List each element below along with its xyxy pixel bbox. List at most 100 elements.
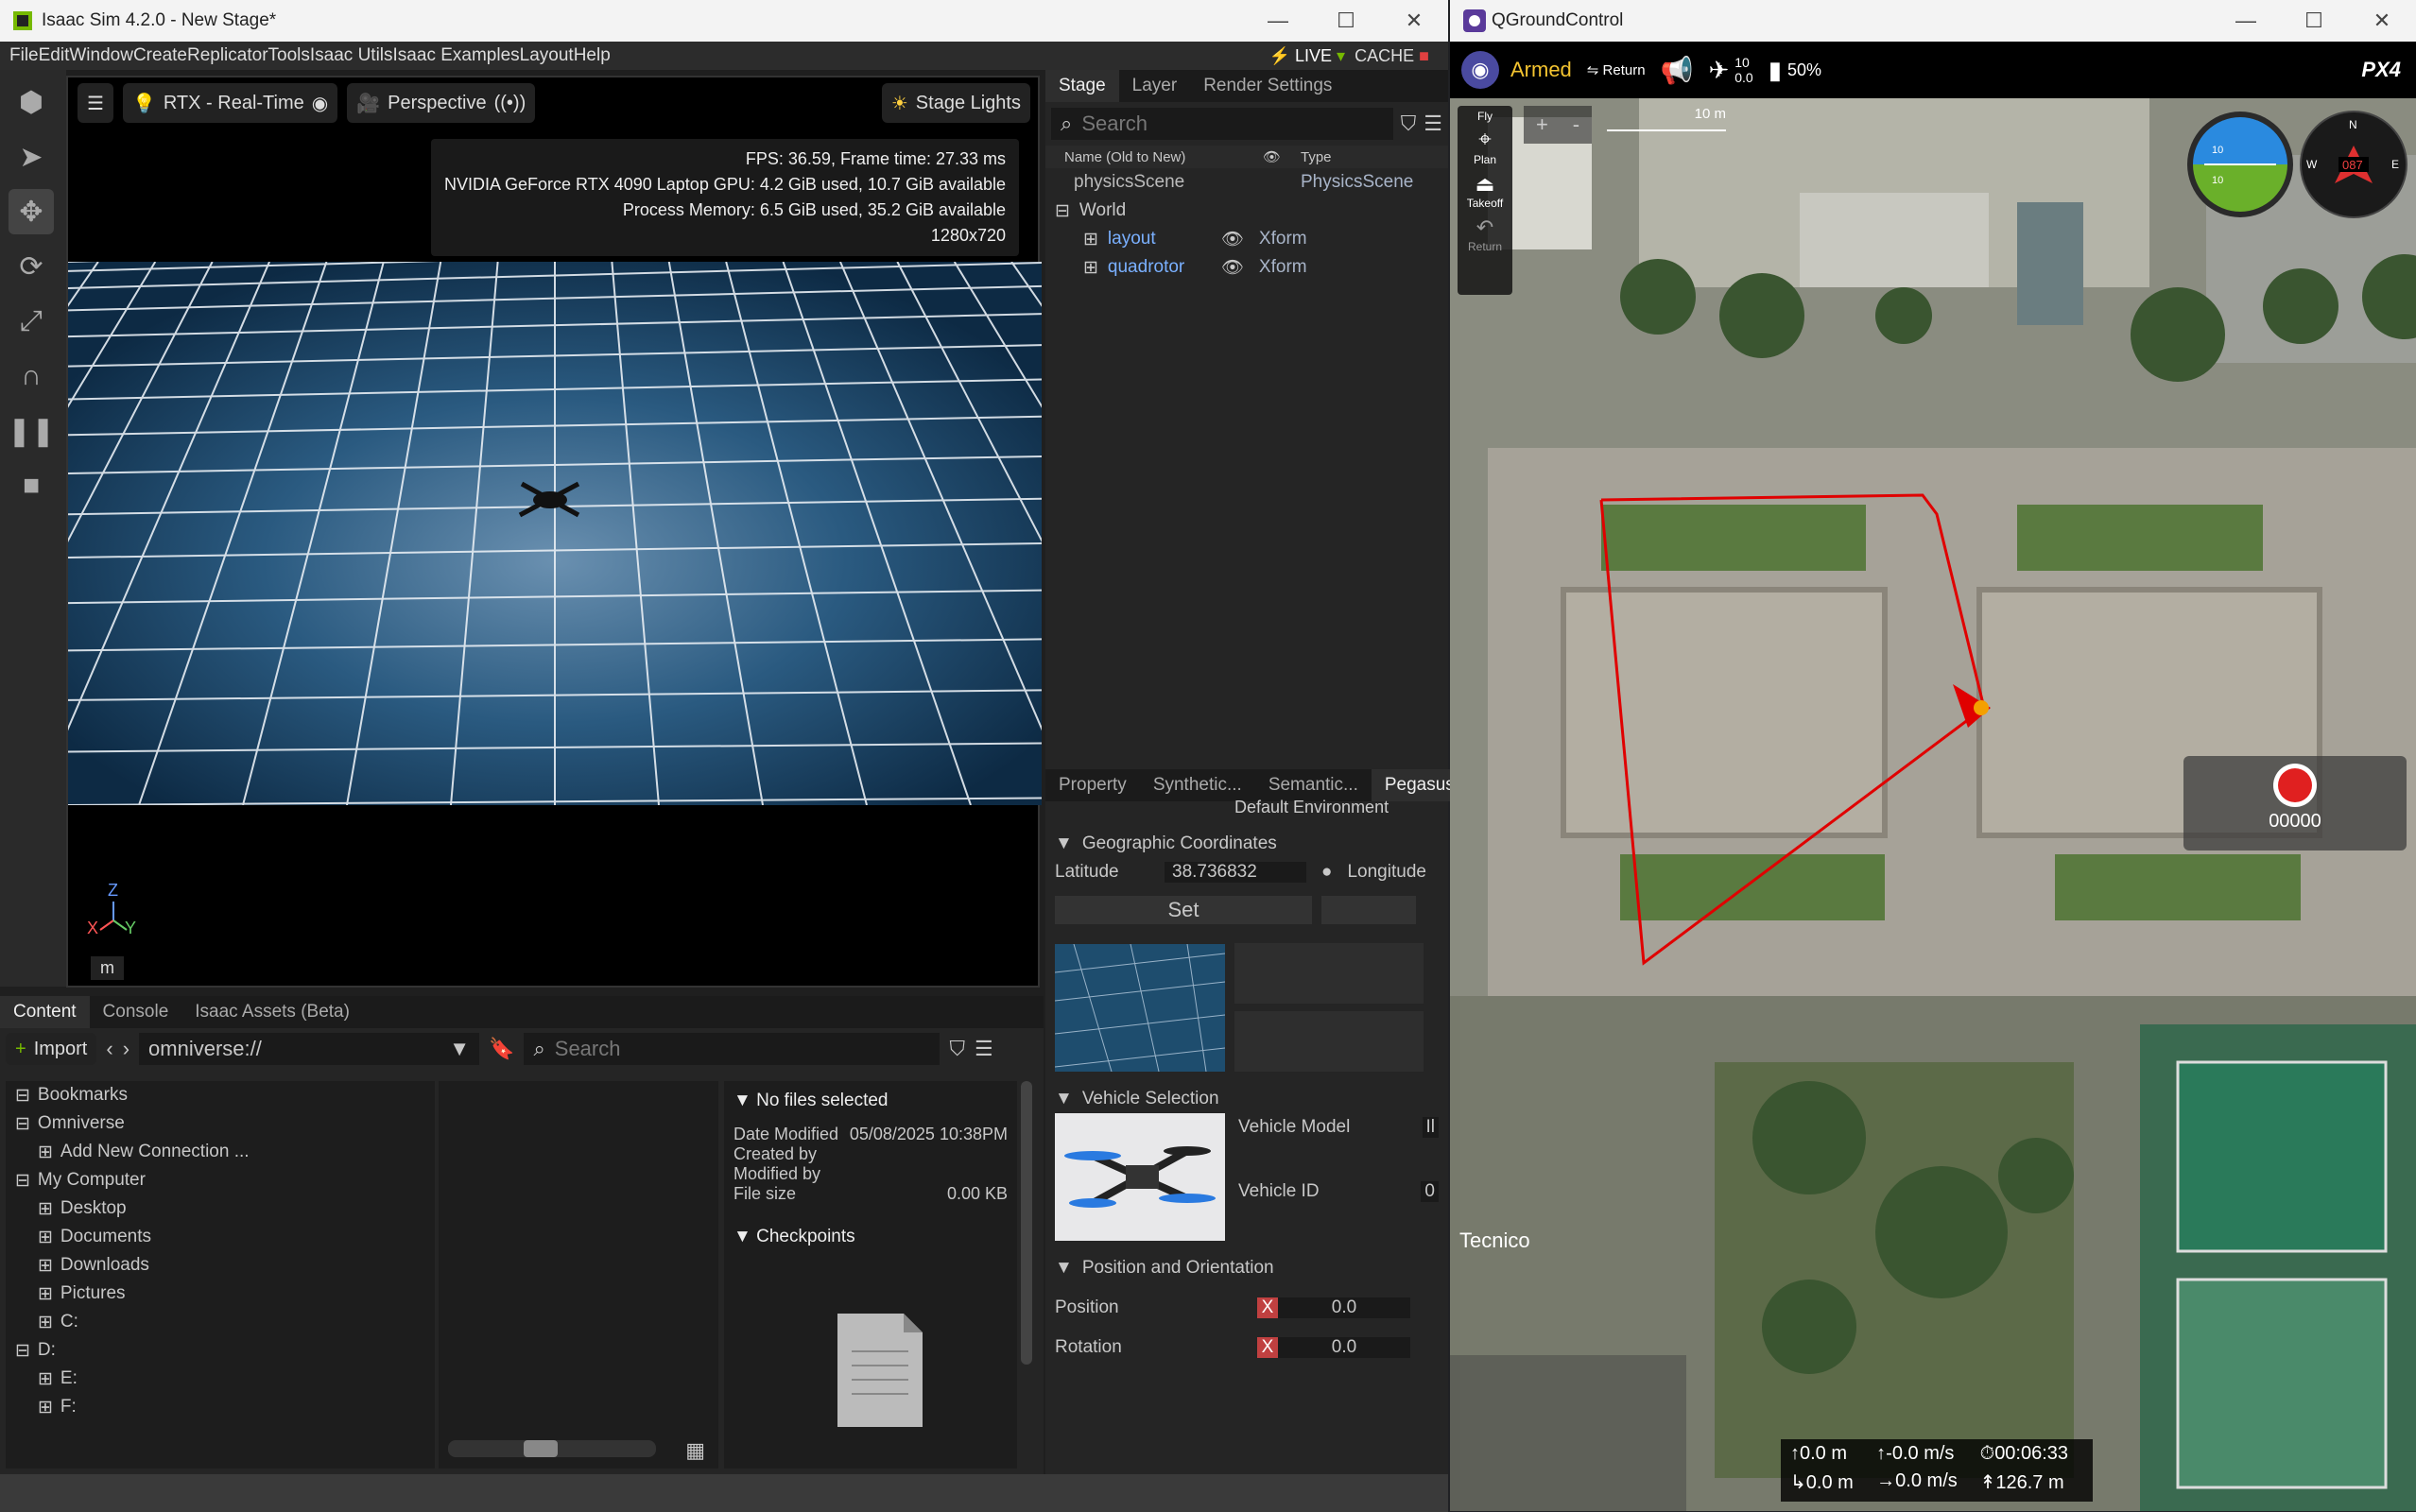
pause-icon[interactable]: ❚❚ — [8, 408, 55, 454]
menu-replicator[interactable]: Replicator — [187, 45, 268, 66]
rotation-x-field[interactable]: 0.0 — [1278, 1337, 1410, 1358]
stage-row[interactable]: ⊟ World — [1045, 197, 1448, 225]
renderer-button[interactable]: 💡 RTX - Real-Time ◉ — [122, 83, 338, 123]
expand-icon[interactable]: ⊞ — [38, 1142, 53, 1163]
tree-item[interactable]: ⊞ Add New Connection ... — [6, 1138, 435, 1166]
live-indicator[interactable]: ⚡ LIVE ▾ — [1269, 46, 1346, 66]
expand-icon[interactable]: ⊞ — [38, 1227, 53, 1248]
eye-icon[interactable]: 👁 — [1221, 256, 1259, 279]
collapse-icon[interactable]: ⊟ — [1055, 200, 1070, 222]
stage-lights-button[interactable]: ☀ Stage Lights — [881, 83, 1030, 123]
satellite-icon[interactable]: ✈ — [1708, 56, 1729, 85]
hamburger-icon[interactable]: ☰ — [975, 1037, 993, 1061]
tree-item[interactable]: ⊞ Desktop — [6, 1194, 435, 1223]
expand-icon[interactable]: ⊞ — [38, 1283, 53, 1305]
stage-row[interactable]: ⊞ quadrotor 👁 Xform — [1045, 253, 1448, 282]
expand-icon[interactable]: ⊞ — [1083, 229, 1098, 250]
tree-item[interactable]: ⊟ D: — [6, 1336, 435, 1365]
expand-icon[interactable]: ⊞ — [38, 1312, 53, 1333]
tree-item[interactable]: ⊟ My Computer — [6, 1166, 435, 1194]
env-slot[interactable] — [1234, 943, 1424, 1004]
return-tool[interactable]: ↶ Return — [1458, 215, 1512, 253]
horizontal-scrollbar[interactable] — [448, 1440, 656, 1457]
tab-render-settings[interactable]: Render Settings — [1190, 70, 1345, 102]
minimize-icon[interactable]: — — [2212, 0, 2280, 42]
filter-icon[interactable]: ⛉ — [949, 1037, 965, 1061]
stage-col-name[interactable]: Name (Old to New) — [1064, 149, 1263, 165]
position-header[interactable]: ▼ Position and Orientation — [1055, 1254, 1439, 1282]
env-slot[interactable] — [1234, 1011, 1424, 1072]
cache-indicator[interactable]: CACHE ■ — [1355, 46, 1429, 66]
hamburger-icon[interactable]: ☰ — [1424, 112, 1442, 136]
expand-icon[interactable]: ⊞ — [38, 1397, 53, 1418]
tree-item[interactable]: ⊞ Documents — [6, 1223, 435, 1251]
maximize-icon[interactable]: ☐ — [2280, 0, 2348, 42]
details-scrollbar[interactable] — [1021, 1081, 1032, 1365]
expand-icon[interactable]: ⊞ — [38, 1198, 53, 1220]
close-icon[interactable]: ✕ — [1380, 0, 1448, 42]
bookmark-icon[interactable]: 🔖 — [489, 1037, 514, 1061]
menu-edit[interactable]: Edit — [39, 45, 70, 66]
menu-window[interactable]: Window — [69, 45, 133, 66]
menu-create[interactable]: Create — [133, 45, 187, 66]
tree-item[interactable]: ⊟ Bookmarks — [6, 1081, 435, 1109]
expand-icon[interactable]: ⊟ — [15, 1340, 30, 1362]
tree-item[interactable]: ⊞ Downloads — [6, 1251, 435, 1280]
file-list[interactable]: ▦ — [439, 1081, 718, 1469]
stage-search-input[interactable]: ⌕ Search — [1051, 108, 1393, 140]
stage-row[interactable]: physicsScene PhysicsScene — [1045, 168, 1448, 197]
flight-mode[interactable]: ⇋ Return — [1587, 61, 1646, 78]
latitude-field[interactable]: 38.736832 — [1165, 862, 1306, 883]
expand-icon[interactable]: ⊟ — [15, 1113, 30, 1135]
menu-layout[interactable]: Layout — [520, 45, 574, 66]
minimize-icon[interactable]: — — [1244, 0, 1312, 42]
plan-tool[interactable]: ⌖ Plan — [1458, 127, 1512, 166]
stage-row[interactable]: ⊞ layout 👁 Xform — [1045, 225, 1448, 253]
expand-icon[interactable]: ⊞ — [38, 1255, 53, 1277]
tree-item[interactable]: ⊟ Omniverse — [6, 1109, 435, 1138]
set-button[interactable]: Set — [1055, 896, 1312, 924]
tab-synthetic[interactable]: Synthetic... — [1140, 769, 1255, 801]
geo-header[interactable]: ▼ Geographic Coordinates — [1055, 830, 1439, 858]
rotate-icon[interactable]: ⟳ — [9, 244, 54, 289]
menu-isaac-utils[interactable]: Isaac Utils — [310, 45, 393, 66]
select-arrow-icon[interactable]: ➤ — [9, 134, 54, 180]
move-icon[interactable]: ✥ — [9, 189, 54, 234]
stage-col-type[interactable]: Type — [1301, 149, 1332, 165]
takeoff-tool[interactable]: ⏏ Takeoff — [1458, 172, 1512, 210]
record-button[interactable] — [2273, 764, 2317, 807]
viewport-settings-button[interactable]: ☰ — [78, 83, 113, 123]
camera-button[interactable]: 🎥 Perspective ((•)) — [347, 83, 536, 123]
back-icon[interactable]: ‹ — [106, 1037, 112, 1061]
tab-property[interactable]: Property — [1045, 769, 1140, 801]
tree-item[interactable]: ⊞ E: — [6, 1365, 435, 1393]
content-search-input[interactable]: ⌕ Search — [524, 1033, 941, 1065]
expand-icon[interactable]: ⊟ — [15, 1085, 30, 1107]
megaphone-icon[interactable]: 📢 — [1661, 55, 1694, 86]
tab-console[interactable]: Console — [90, 996, 182, 1028]
tree-item[interactable]: ⊞ F: — [6, 1393, 435, 1421]
zoom-out-button[interactable]: - — [1573, 112, 1579, 137]
stop-icon[interactable]: ■ — [9, 463, 54, 508]
menu-file[interactable]: File — [9, 45, 39, 66]
tree-item[interactable]: ⊞ C: — [6, 1308, 435, 1336]
tab-layer[interactable]: Layer — [1119, 70, 1191, 102]
position-x-field[interactable]: 0.0 — [1278, 1297, 1410, 1318]
environment-thumbnail[interactable] — [1055, 943, 1225, 1072]
vehicle-header[interactable]: ▼ Vehicle Selection — [1055, 1085, 1439, 1113]
cube-icon[interactable]: ⬢ — [9, 79, 54, 125]
expand-icon[interactable]: ⊟ — [15, 1170, 30, 1192]
grid-view-icon[interactable]: ▦ — [685, 1438, 705, 1463]
geo-extra-button[interactable] — [1321, 896, 1416, 924]
scale-icon[interactable]: ⤢ — [9, 299, 54, 344]
tab-semantic[interactable]: Semantic... — [1255, 769, 1372, 801]
menu-isaac-examples[interactable]: Isaac Examples — [393, 45, 520, 66]
eye-icon[interactable]: 👁 — [1221, 228, 1259, 250]
qgc-logo-icon[interactable]: ◉ — [1461, 51, 1499, 89]
import-button[interactable]: + Import — [6, 1033, 97, 1065]
unit-badge[interactable]: m — [91, 956, 124, 980]
tree-item[interactable]: ⊞ Pictures — [6, 1280, 435, 1308]
vehicle-thumbnail[interactable] — [1055, 1113, 1225, 1241]
snap-magnet-icon[interactable]: ∩ — [9, 353, 54, 399]
path-input[interactable]: omniverse:// ▼ — [139, 1033, 480, 1065]
